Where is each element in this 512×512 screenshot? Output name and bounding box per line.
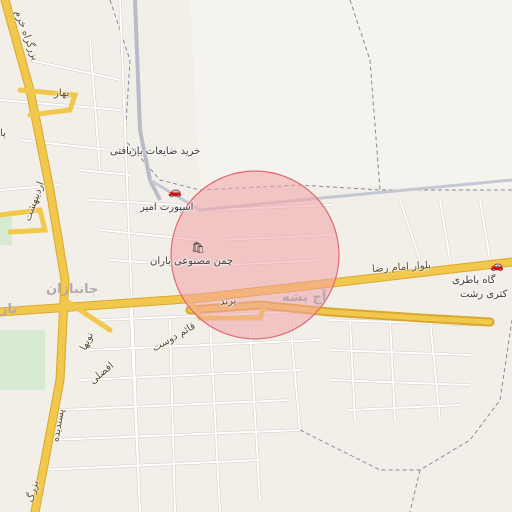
poi-battery-label[interactable]: گاه باطری (452, 275, 495, 286)
road-bahar-label: بهار (54, 88, 70, 99)
poi-battery-label-2[interactable]: کتری رشت (460, 289, 507, 300)
poi-scrap-label[interactable]: خرید ضایعات بازیافتی (110, 146, 200, 157)
map-canvas (0, 0, 512, 512)
car-icon[interactable]: 🚗 (168, 186, 182, 198)
highlight-circle[interactable] (170, 170, 340, 340)
poi-esport-label[interactable]: اسپورت امیر (140, 202, 193, 213)
park-area (0, 330, 45, 390)
road-b-label: پا (0, 128, 6, 139)
district-jannaz-label: جانبازان (46, 282, 99, 297)
shop-icon[interactable]: 🛍 (191, 242, 205, 254)
district-ta2-label: تاز (0, 302, 18, 317)
road-parand-label: پرند (219, 295, 237, 308)
car-icon-battery[interactable]: 🚗 (490, 260, 504, 272)
poi-grass-label[interactable]: چمن مصنوعی باران (150, 256, 233, 267)
map-view[interactable]: خرید ضایعات بازیافتی 🚗 اسپورت امیر 🛍 چمن… (0, 0, 512, 512)
district-ajsheshe-label: آج بشه (282, 290, 327, 305)
